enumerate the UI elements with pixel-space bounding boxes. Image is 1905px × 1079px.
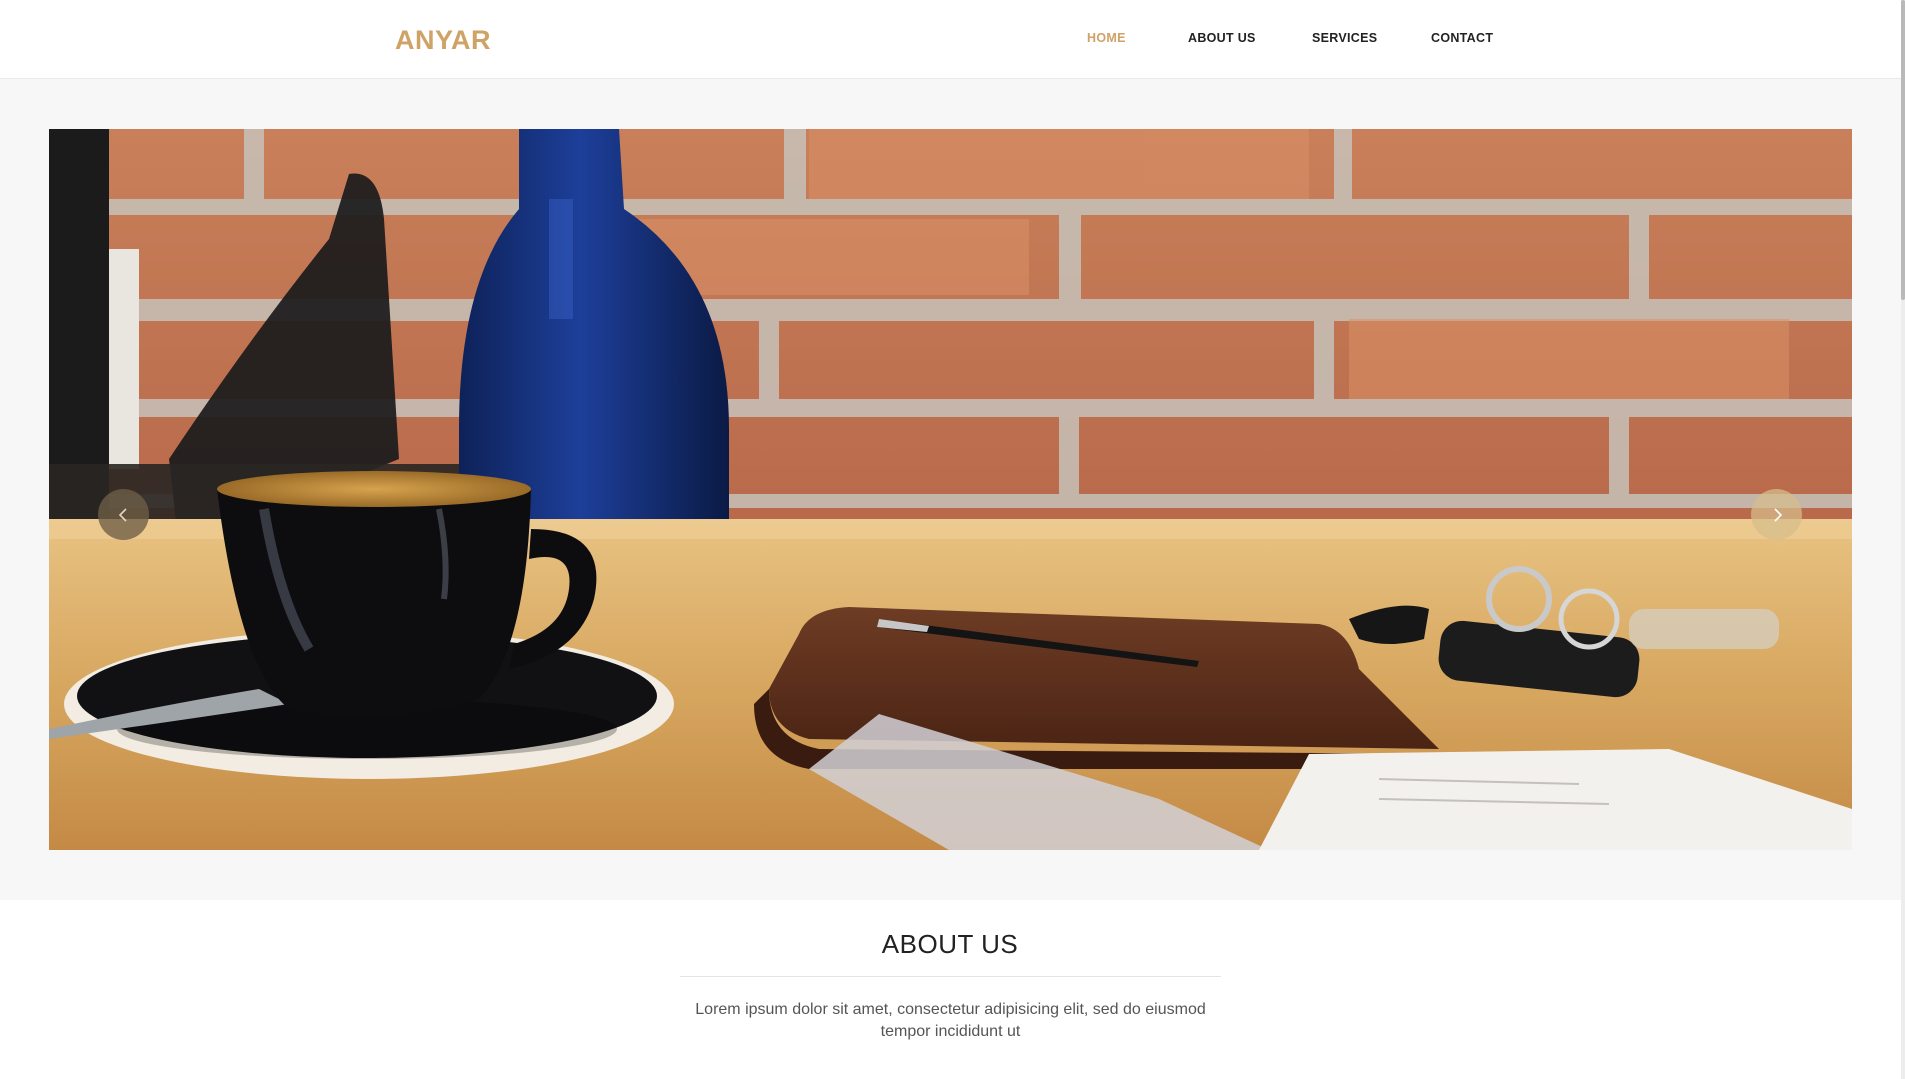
- nav-about-us[interactable]: ABOUT US: [1188, 31, 1256, 45]
- site-header: ANYAR HOME ABOUT US SERVICES CONTACT: [0, 0, 1905, 79]
- slider-next-button[interactable]: [1751, 489, 1802, 540]
- scrollbar-thumb[interactable]: [1901, 0, 1905, 300]
- nav-home[interactable]: HOME: [1087, 31, 1126, 45]
- hero-slide-image: [49, 129, 1852, 850]
- section-divider: [680, 976, 1221, 977]
- page-scrollbar[interactable]: [1901, 0, 1905, 1079]
- about-title: ABOUT US: [881, 929, 1019, 959]
- hero-slider-section: [0, 79, 1905, 900]
- nav-services[interactable]: SERVICES: [1312, 31, 1377, 45]
- slider-prev-button[interactable]: [98, 489, 149, 540]
- site-logo[interactable]: ANYAR: [395, 25, 491, 56]
- chevron-left-icon: [118, 507, 127, 522]
- nav-contact[interactable]: CONTACT: [1431, 31, 1493, 45]
- chevron-right-icon: [1773, 507, 1782, 522]
- about-description: Lorem ipsum dolor sit amet, consectetur …: [695, 1001, 1206, 1040]
- about-section: ABOUT US Lorem ipsum dolor sit amet, con…: [0, 900, 1905, 1079]
